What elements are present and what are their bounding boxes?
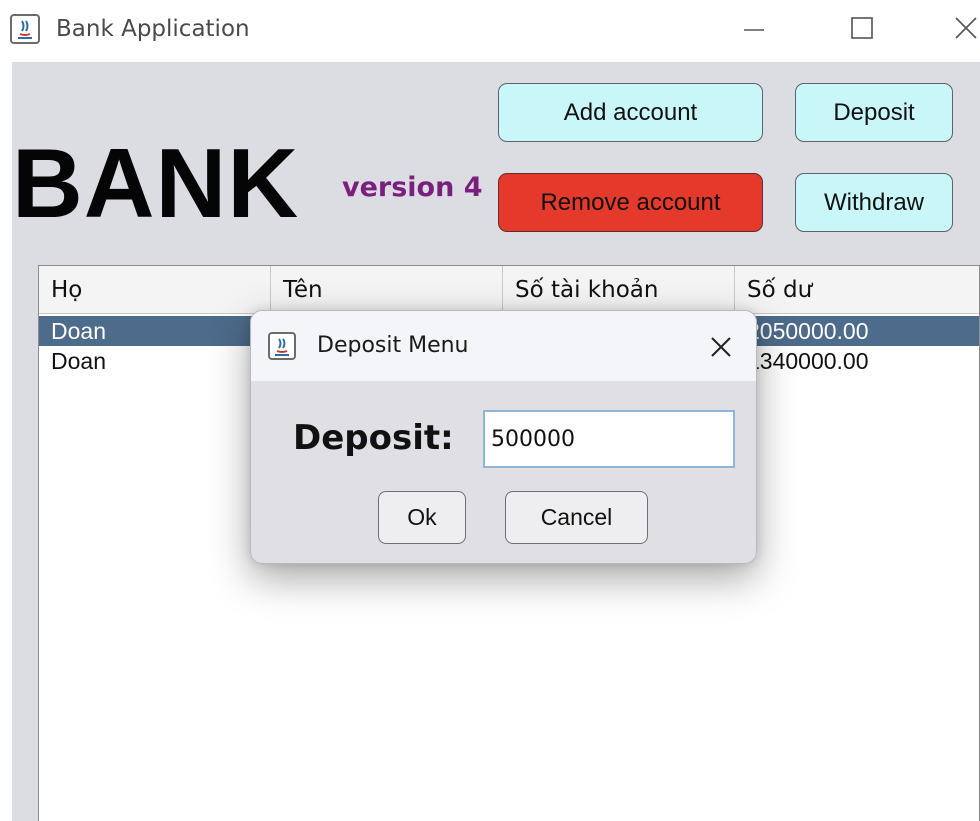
screenshot-frame: Bank Application BANK version 4 Add acco…	[0, 0, 980, 821]
maximize-icon	[851, 17, 873, 39]
minimize-icon	[744, 29, 764, 31]
dialog-close-button[interactable]	[701, 327, 741, 367]
cancel-button[interactable]: Cancel	[505, 491, 648, 544]
cell-ho: Doan	[51, 318, 106, 344]
window-title: Bank Application	[56, 16, 250, 42]
add-account-button[interactable]: Add account	[498, 83, 763, 142]
remove-account-button[interactable]: Remove account	[498, 173, 763, 232]
window-close-button[interactable]	[940, 8, 980, 48]
dialog-titlebar: Deposit Menu	[251, 311, 756, 381]
deposit-amount-input[interactable]	[483, 410, 735, 468]
deposit-label: Deposit:	[293, 418, 454, 458]
java-app-icon	[10, 14, 40, 44]
cell-ho: Doan	[51, 348, 106, 374]
ok-button[interactable]: Ok	[378, 491, 466, 544]
close-icon	[711, 337, 731, 357]
column-header-so-du[interactable]: Số dư	[735, 266, 980, 314]
column-header-so-tai-khoan[interactable]: Số tài khoản	[503, 266, 735, 314]
dialog-title: Deposit Menu	[317, 333, 469, 358]
window-titlebar: Bank Application	[0, 0, 980, 62]
version-label: version 4	[342, 172, 483, 203]
minimize-button[interactable]	[728, 8, 780, 48]
bank-logo-text: BANK	[12, 128, 300, 238]
maximize-button[interactable]	[836, 8, 888, 48]
table-header: Họ Tên Số tài khoản Số dư	[39, 266, 979, 314]
withdraw-button[interactable]: Withdraw	[795, 173, 953, 232]
deposit-button[interactable]: Deposit	[795, 83, 953, 142]
column-header-ten[interactable]: Tên	[271, 266, 503, 314]
close-icon	[955, 17, 977, 39]
deposit-dialog: Deposit Menu Deposit: Ok Cancel	[250, 310, 757, 564]
java-app-icon	[268, 332, 296, 360]
column-header-ho[interactable]: Họ	[39, 266, 271, 314]
